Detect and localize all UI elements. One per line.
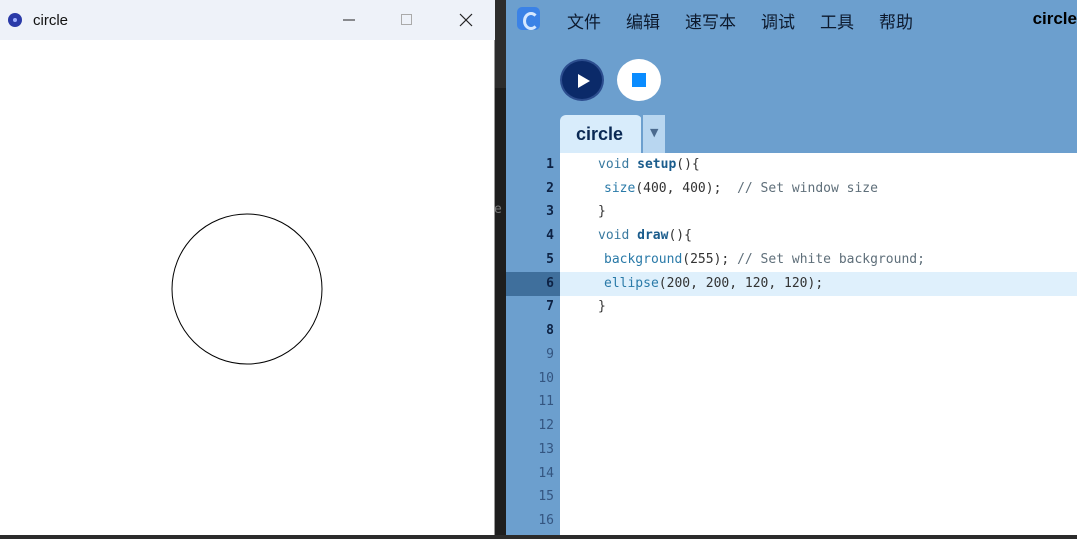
line-number: 16 [538,513,554,528]
code-call: size [604,181,636,196]
sketch-canvas [0,40,495,535]
menu-help[interactable]: 帮助 [879,8,913,33]
code-function-name: draw [637,228,669,243]
line-number: 4 [546,228,554,243]
stop-button[interactable] [617,59,661,101]
line-number: 14 [538,466,554,481]
code-text: (400, 400); [635,181,722,196]
code-line-2: size(400, 400); // Set window size [604,181,878,196]
code-comment: // Set window size [737,181,878,196]
code-line-3: } [598,204,606,219]
code-call: background [604,252,683,267]
code-comment: // Set white background; [737,252,925,267]
line-number: 15 [538,489,554,504]
code-text: (200, 200, 120, 120); [658,276,824,291]
menu-file[interactable]: 文件 [567,8,601,33]
line-number: 12 [538,418,554,433]
code-line-7: } [598,299,606,314]
background-console-text: e [494,202,502,217]
app-icon [8,13,22,27]
line-number: 9 [546,347,554,362]
stop-icon [632,73,646,87]
sketch-titlebar[interactable]: circle [0,0,495,40]
code-editor[interactable] [560,153,1077,535]
code-call: ellipse [604,276,659,291]
line-number: 7 [546,299,554,314]
line-number: 6 [546,276,554,291]
line-number: 10 [538,371,554,386]
code-text: (255); [682,252,730,267]
chevron-down-icon: ▼ [650,126,659,139]
line-number: 13 [538,442,554,457]
ide-logo-icon [517,7,540,30]
code-text: (){ [676,157,700,172]
line-number: 11 [538,394,554,409]
ide-window: 文件 编辑 速写本 调试 工具 帮助 circle circle ▼ 1 2 3… [506,0,1077,535]
menu-edit[interactable]: 编辑 [626,8,660,33]
menu-bar: 文件 编辑 速写本 调试 工具 帮助 [567,8,938,33]
code-line-1: void setup(){ [598,157,700,172]
background-console [494,88,506,535]
play-icon [578,74,590,88]
line-number: 5 [546,252,554,267]
maximize-button[interactable] [378,0,436,40]
tab-label: circle [576,124,624,144]
menu-sketchbook[interactable]: 速写本 [685,8,736,33]
code-line-4: void draw(){ [598,228,692,243]
close-button[interactable] [437,0,495,40]
code-text: (){ [668,228,692,243]
sketch-window: circle [0,0,495,535]
line-number: 8 [546,323,554,338]
code-line-5: background(255); // Set white background… [604,252,925,267]
ide-window-title: circle [1032,9,1077,28]
code-line-6: ellipse(200, 200, 120, 120); [604,276,823,291]
code-keyword: void [598,228,630,243]
close-icon [459,13,473,27]
code-function-name: setup [637,157,677,172]
line-number: 2 [546,181,554,196]
minimize-button[interactable] [320,0,378,40]
tab-menu-button[interactable]: ▼ [641,115,665,154]
sketch-window-title: circle [33,12,69,29]
menu-tools[interactable]: 工具 [820,8,854,33]
menu-debug[interactable]: 调试 [761,8,795,33]
run-button[interactable] [560,59,604,101]
tab-circle[interactable]: circle [560,115,642,154]
minimize-icon [343,19,355,21]
drawn-circle [171,213,323,365]
line-number: 1 [546,157,554,172]
line-number: 3 [546,204,554,219]
maximize-icon [401,14,412,25]
code-keyword: void [598,157,630,172]
